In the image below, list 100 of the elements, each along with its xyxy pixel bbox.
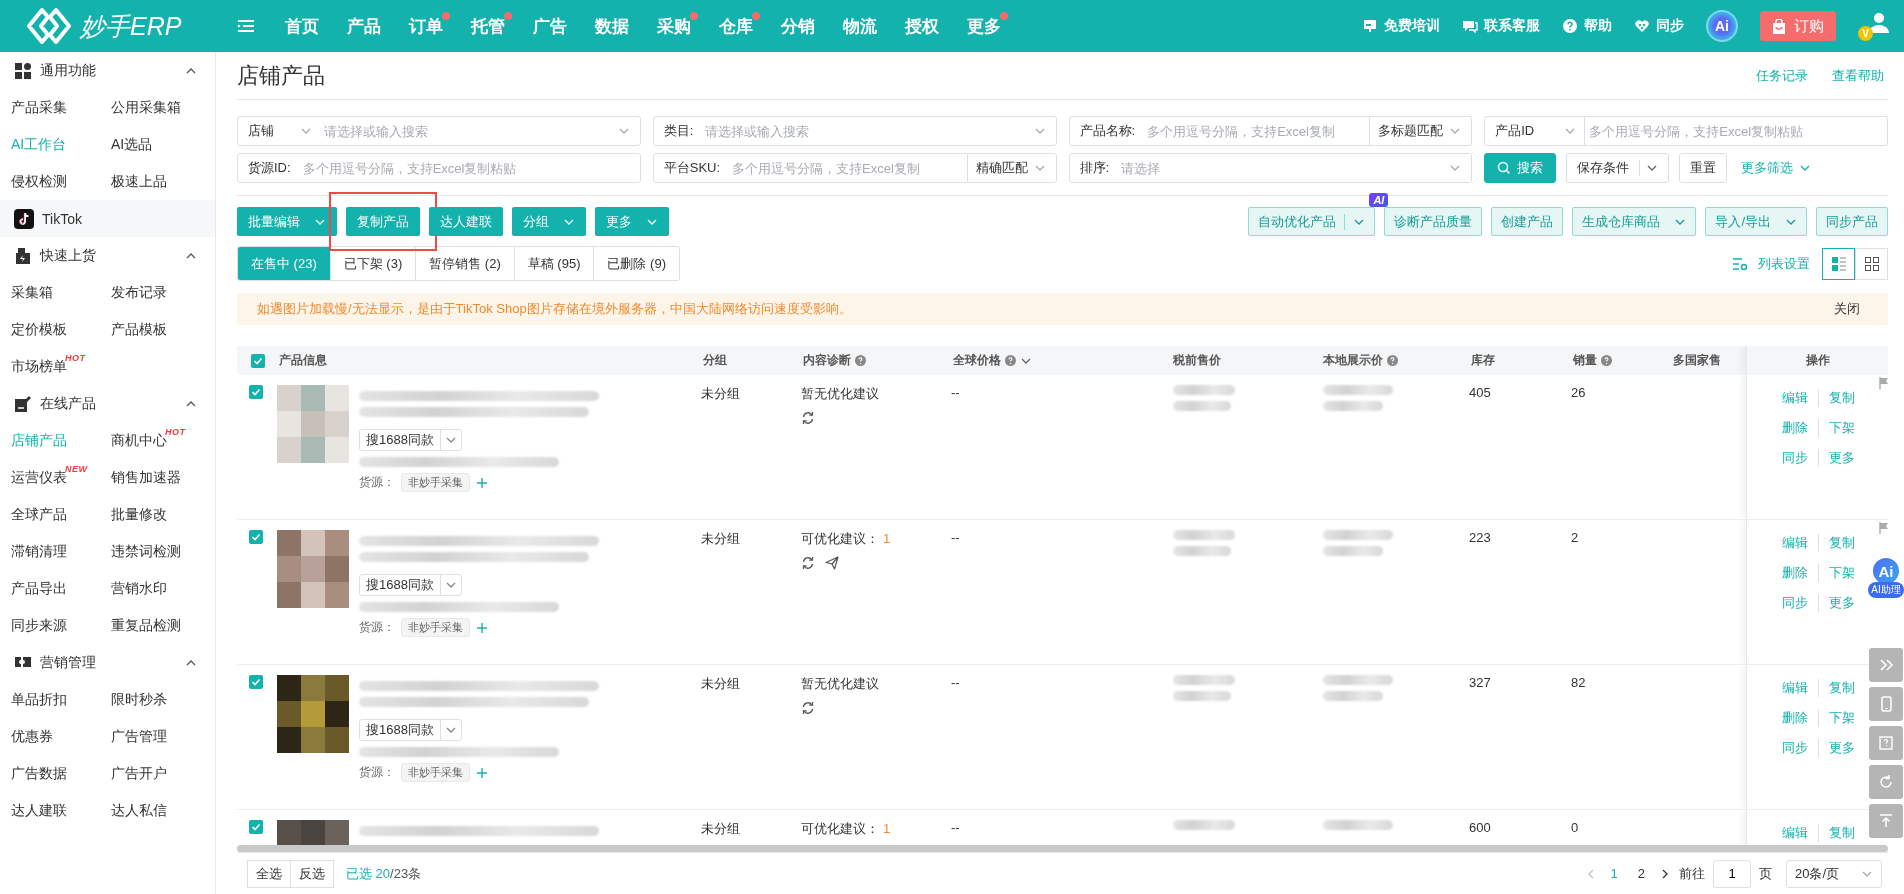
column-header: 内容诊断 [803, 352, 851, 369]
filter-field[interactable]: 产品ID 多个用逗号分隔，支持Excel复制粘贴 [1484, 116, 1888, 146]
side-tool-button[interactable] [1869, 804, 1903, 838]
filter-field[interactable]: 产品名称: 多个用逗号分隔，支持Excel复制 多标题匹配 [1068, 116, 1473, 146]
side-tool-button[interactable] [1869, 726, 1903, 760]
search-similar-button[interactable]: 搜1688同款 [359, 719, 462, 741]
blurred-text [1173, 401, 1231, 411]
diagnosis-text: 暂无优化建议 [801, 676, 879, 691]
source-tag: 非妙手采集 [401, 473, 470, 492]
side-tool-button[interactable] [1869, 765, 1903, 799]
check-icon [251, 532, 261, 542]
match-select[interactable]: 精确匹配 [966, 154, 1056, 182]
blurred-text [1173, 820, 1235, 830]
field-label: 产品名称: [1078, 122, 1137, 140]
checkbox[interactable] [249, 385, 263, 399]
sidebar-section[interactable]: TikTok [0, 200, 215, 237]
sidebar-item[interactable]: 达人私信 [111, 801, 167, 820]
sidebar-item[interactable]: 违禁词检测 [111, 542, 181, 561]
page-size-select[interactable]: 20条/页 [1786, 859, 1882, 888]
filter-input[interactable]: 请选择或输入搜索 [320, 123, 618, 139]
search-similar-button[interactable]: 搜1688同款 [359, 574, 462, 596]
filter-field[interactable]: 店铺 请选择或输入搜索 [237, 116, 641, 146]
sidebar-item[interactable]: 营销水印 [111, 579, 167, 598]
sidebar-item[interactable]: 产品导出 [11, 579, 67, 598]
sidebar-section[interactable]: 通用功能 [0, 52, 215, 89]
sidebar-item[interactable]: 限时秒杀 [111, 690, 167, 709]
checkbox[interactable] [249, 820, 263, 834]
filter-field[interactable]: 类目: 请选择或输入搜索 [652, 116, 1057, 146]
check-icon [251, 822, 261, 832]
checkbox[interactable] [249, 530, 263, 544]
invert-selection-button[interactable]: 反选 [291, 859, 334, 888]
menu-icon [237, 19, 256, 33]
sidebar-item[interactable]: 批量修改 [111, 505, 167, 524]
sidebar-item[interactable]: 产品采集 [11, 98, 67, 117]
filter-input[interactable]: 请选择 [1117, 160, 1450, 176]
filter-input[interactable]: 请选择或输入搜索 [701, 123, 1034, 139]
source-tag: 非妙手采集 [401, 618, 470, 637]
suggestion-count: 1 [883, 821, 891, 836]
sidebar-item[interactable]: 发布记录 [111, 283, 167, 302]
horizontal-scrollbar[interactable] [237, 845, 1888, 852]
save-button[interactable]: 保存条件 [1566, 153, 1670, 183]
sidebar-item[interactable]: 广告管理 [111, 727, 167, 746]
table-cell: 未分组 [701, 386, 740, 401]
sidebar-item[interactable]: 公用采集箱 [111, 98, 181, 117]
table-cell: -- [951, 820, 960, 835]
notification-dot [690, 11, 699, 20]
sidebar-item[interactable]: 广告数据 [11, 764, 67, 783]
sidebar-section[interactable]: 在线产品 [0, 385, 215, 422]
side-tool-button[interactable] [1869, 648, 1903, 682]
view-toggle[interactable] [1822, 247, 1855, 280]
assistant-label: AI助理 [1868, 582, 1904, 598]
chat-icon [1462, 18, 1478, 34]
filter-input[interactable]: 多个用逗号分隔，支持Excel复制粘贴 [298, 160, 640, 176]
sidebar-item[interactable]: 优惠券 [11, 727, 53, 746]
sidebar-item[interactable]: 广告开户 [111, 764, 167, 783]
search-similar-button[interactable]: 搜1688同款 [359, 429, 462, 451]
sidebar-item[interactable]: 侵权检测 [11, 172, 67, 191]
sidebar-item[interactable]: 滞销清理 [11, 542, 67, 561]
notification-dot [752, 11, 761, 20]
select-label[interactable]: 产品ID [1485, 117, 1586, 145]
filter-input[interactable]: 多个用逗号分隔，支持Excel复制 [1143, 123, 1370, 139]
filter-field[interactable]: 货源ID: 多个用逗号分隔，支持Excel复制粘贴 [237, 153, 641, 183]
close-link[interactable]: 关闭 [1834, 300, 1868, 318]
checkbox[interactable] [249, 675, 263, 689]
blurred-text [1173, 546, 1231, 556]
table-cell: -- [951, 530, 960, 545]
sidebar-item[interactable]: 单品折扣 [11, 690, 67, 709]
sidebar-item[interactable]: 极速上品 [111, 172, 167, 191]
sidebar-item[interactable]: 产品模板 [111, 320, 167, 339]
ai-button[interactable]: Ai [1706, 10, 1738, 42]
reset-button[interactable]: 重置 [1679, 153, 1728, 183]
sidebar-item[interactable]: 同步来源 [11, 616, 67, 635]
diagnosis-text: 可优化建议： [801, 531, 879, 546]
sidebar-item[interactable]: 全球产品 [11, 505, 67, 524]
sidebar-item[interactable]: 达人建联 [11, 801, 67, 820]
page-number[interactable]: 2 [1631, 866, 1651, 881]
filter-input[interactable]: 多个用逗号分隔，支持Excel复制粘贴 [1585, 123, 1887, 139]
match-select[interactable]: 多标题匹配 [1369, 117, 1472, 145]
ai-assistant-button[interactable]: Ai AI助理 [1868, 556, 1904, 606]
notification-dot [1000, 11, 1009, 20]
select-all-button[interactable]: 全选 [247, 859, 291, 888]
side-tool-button[interactable] [1869, 687, 1903, 721]
blurred-text [1323, 546, 1383, 556]
filter-field[interactable]: 平台SKU: 多个用逗号分隔，支持Excel复制 精确匹配 [652, 153, 1057, 183]
filter-field[interactable]: 排序: 请选择 [1068, 153, 1473, 183]
promo-label: HOT [165, 426, 186, 437]
section-title: 营销管理 [40, 653, 97, 672]
sidebar-item[interactable]: 采集箱 [11, 283, 53, 302]
total-count: /23条 [390, 864, 422, 883]
help-document-icon [1878, 735, 1894, 751]
sidebar-item[interactable]: 定价模板 [11, 320, 67, 339]
page-input[interactable]: 1 [1713, 859, 1751, 888]
sidebar-section[interactable]: 快速上货 [0, 237, 215, 274]
sidebar-item[interactable]: AI选品 [111, 135, 153, 154]
filter-input[interactable]: 多个用逗号分隔，支持Excel复制 [728, 160, 967, 176]
sidebar-section[interactable]: 营销管理 [0, 644, 215, 681]
select-label[interactable]: 店铺 [238, 122, 320, 140]
checkbox[interactable] [251, 353, 265, 368]
sidebar-item[interactable]: 重复品检测 [111, 616, 181, 635]
sidebar-item[interactable]: 销售加速器 [111, 468, 181, 487]
